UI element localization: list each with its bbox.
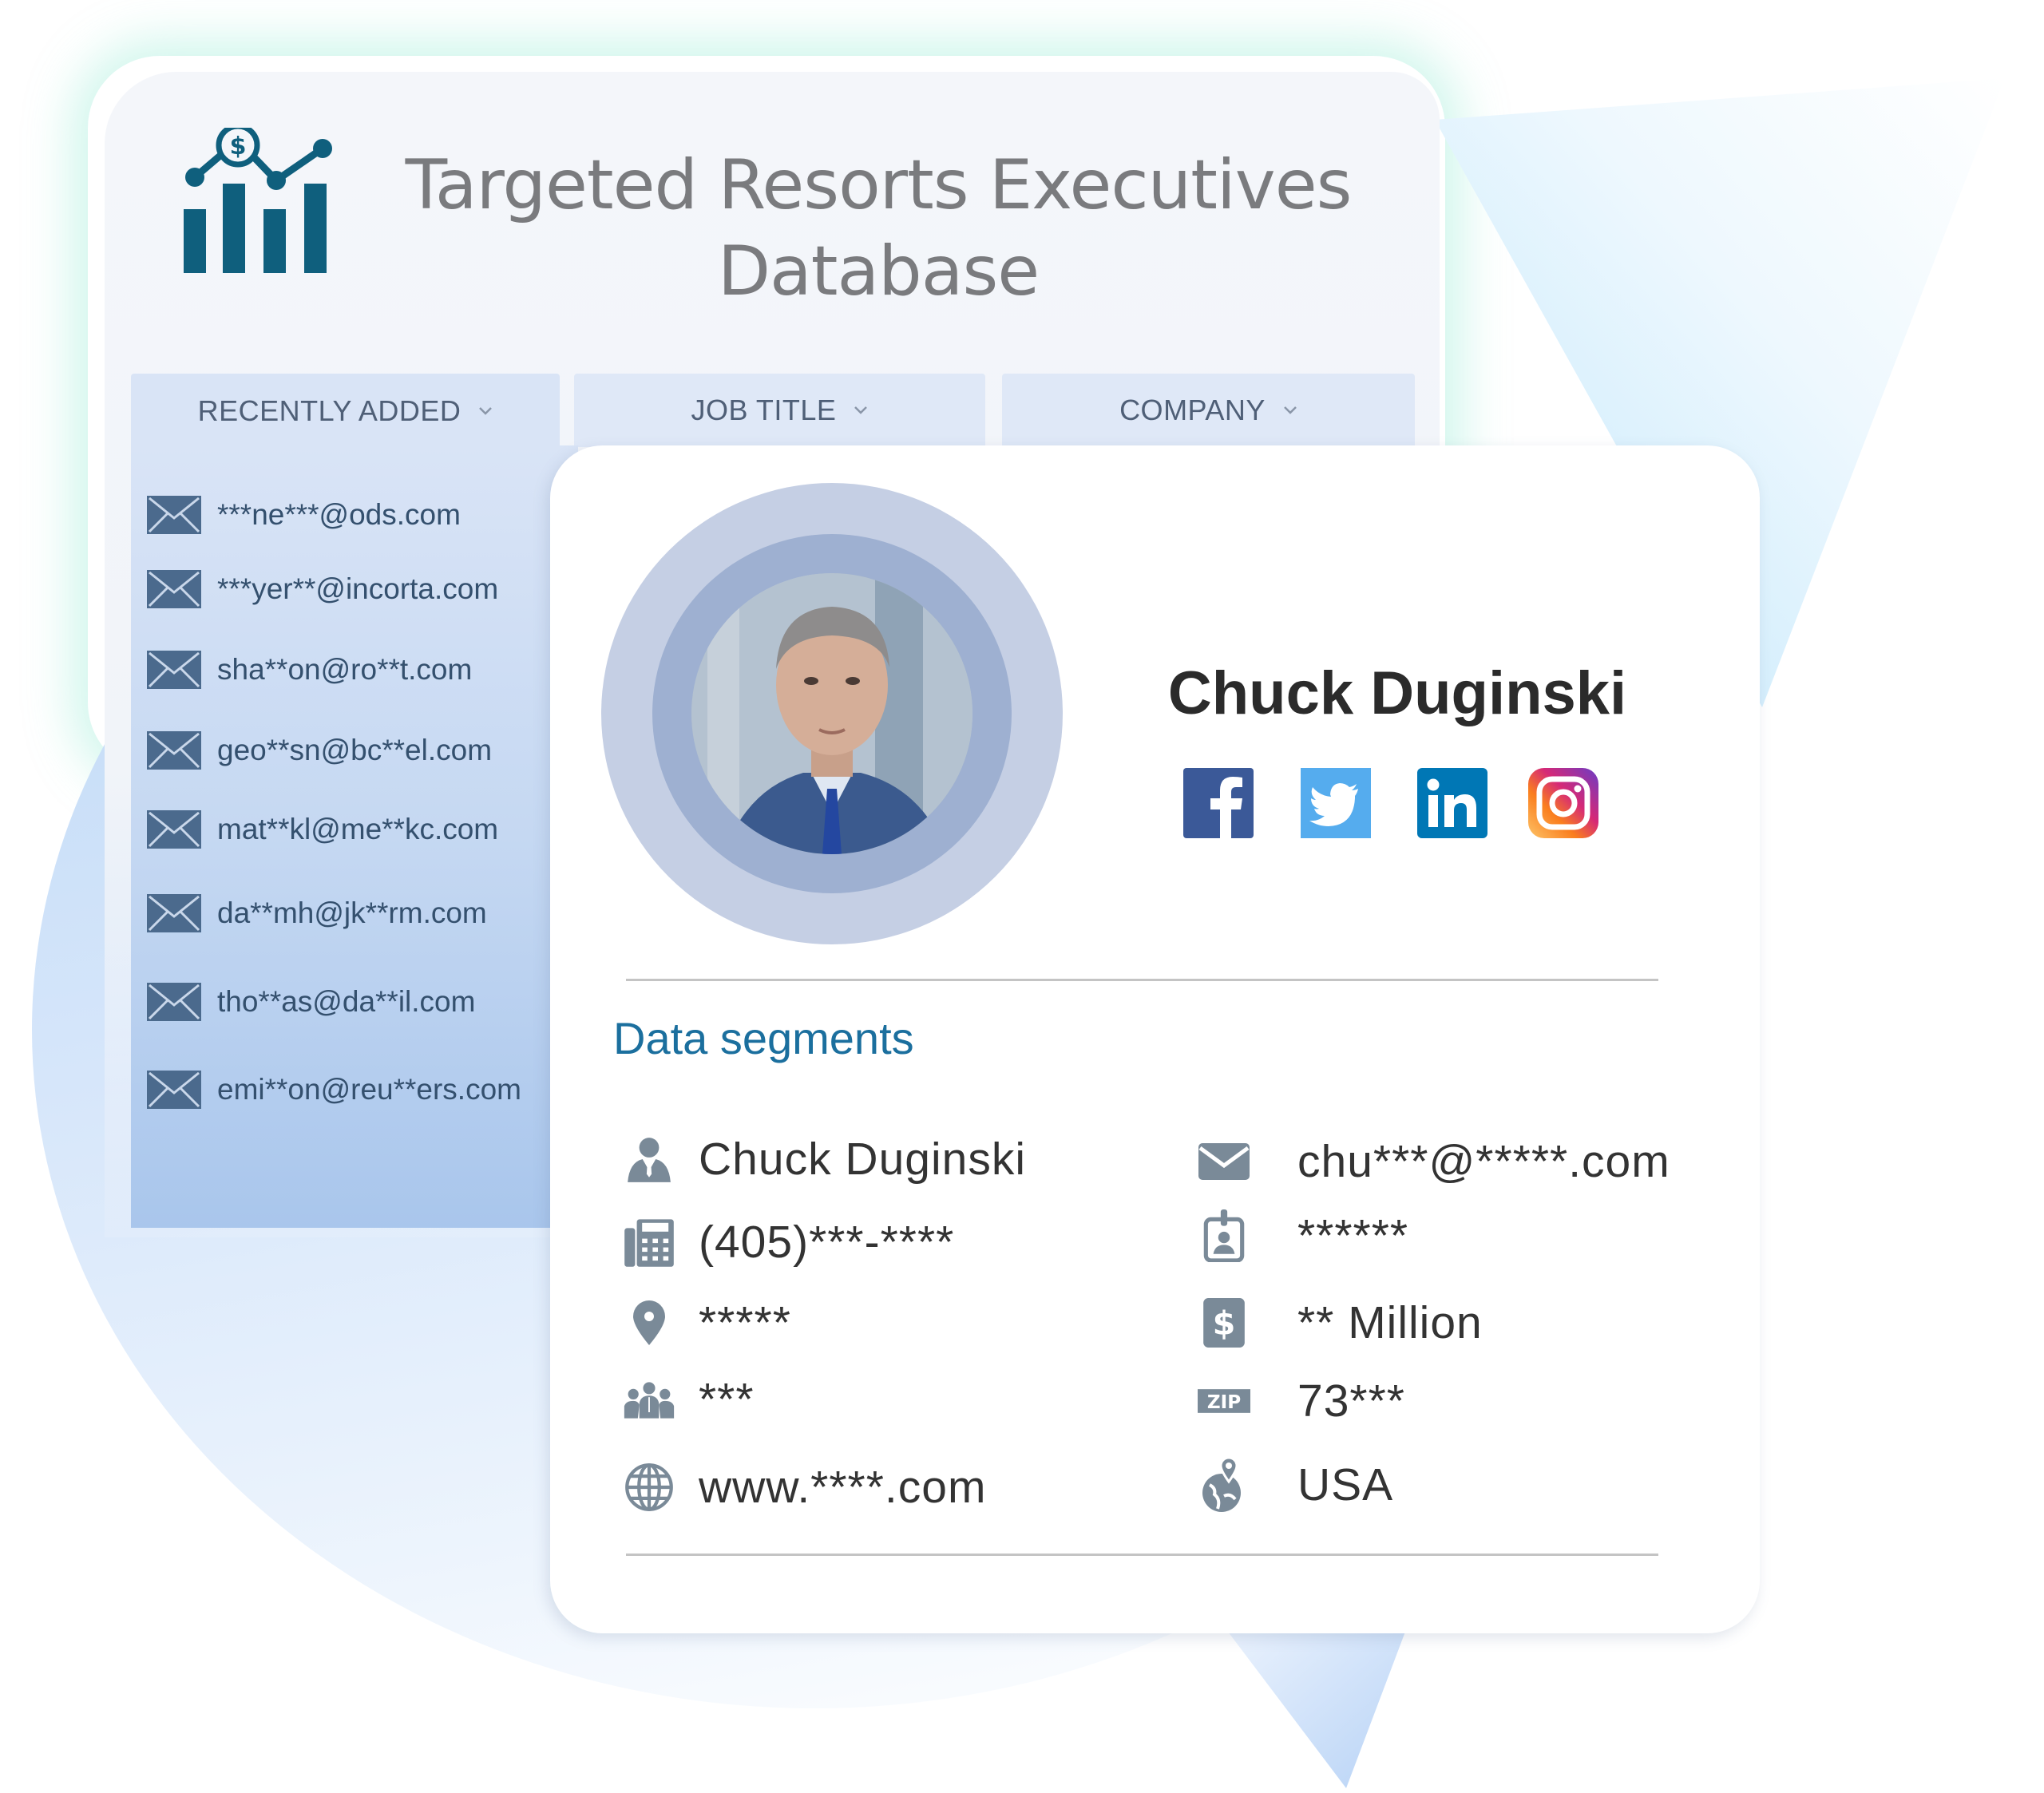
chevron-down-icon <box>479 407 493 415</box>
segment-value: ***** <box>699 1297 791 1348</box>
profile-name: Chuck Duginski <box>1167 659 1627 727</box>
facebook-icon[interactable] <box>1183 768 1254 838</box>
person-icon <box>623 1133 675 1185</box>
tab-label: JOB TITLE <box>691 394 837 426</box>
envelope-icon <box>147 983 201 1021</box>
envelope-icon <box>1198 1135 1250 1188</box>
segment-value: Chuck Duginski <box>699 1134 1026 1185</box>
segment-item: (405)***-**** <box>623 1210 953 1274</box>
divider <box>626 1554 1658 1556</box>
phone-fax-icon <box>623 1216 675 1269</box>
tab-label: RECENTLY ADDED <box>197 394 461 427</box>
envelope-icon <box>147 810 201 849</box>
segment-value: chu***@*****.com <box>1297 1136 1670 1187</box>
page-title-line2: Database <box>717 232 1040 311</box>
segment-item: ***** <box>623 1291 790 1355</box>
segment-value: USA <box>1297 1459 1394 1510</box>
envelope-icon <box>147 1071 201 1109</box>
group-icon <box>623 1373 675 1426</box>
chevron-down-icon <box>854 406 868 414</box>
tab-recently-added[interactable]: RECENTLY ADDED <box>131 374 560 453</box>
email-address: geo**sn@bc**el.com <box>217 734 493 766</box>
envelope-icon <box>147 496 201 534</box>
segment-item: Chuck Duginski <box>623 1127 1025 1191</box>
zip-icon: ZIP <box>1198 1375 1250 1427</box>
email-address: ***yer**@incorta.com <box>217 572 499 605</box>
email-address: ***ne***@ods.com <box>217 498 461 531</box>
envelope-icon <box>147 894 201 932</box>
divider <box>626 979 1658 981</box>
card-pointer-shape <box>1228 1632 1405 1788</box>
email-list-item[interactable]: mat**kl@me**kc.com <box>147 805 498 853</box>
tab-company[interactable]: COMPANY <box>1002 374 1415 447</box>
email-list-item[interactable]: emi**on@reu**ers.com <box>147 1066 521 1114</box>
id-badge-icon <box>1198 1209 1250 1262</box>
segment-value: ****** <box>1297 1210 1409 1261</box>
chart-dollar-icon: $ <box>184 128 332 273</box>
envelope-icon <box>147 651 201 689</box>
segment-value: (405)***-**** <box>699 1217 955 1268</box>
envelope-icon <box>147 570 201 608</box>
email-address: tho**as@da**il.com <box>217 985 476 1018</box>
envelope-icon <box>147 731 201 770</box>
email-list-item[interactable]: tho**as@da**il.com <box>147 978 475 1026</box>
email-list-item[interactable]: geo**sn@bc**el.com <box>147 726 492 774</box>
email-list-item[interactable]: da**mh@jk**rm.com <box>147 889 487 937</box>
segment-item: ZIP 73*** <box>1198 1369 1404 1433</box>
email-address: emi**on@reu**ers.com <box>217 1073 521 1106</box>
svg-text:ZIP: ZIP <box>1207 1392 1241 1413</box>
svg-text:$: $ <box>1213 1304 1236 1342</box>
avatar <box>691 573 972 854</box>
globe-pin-icon <box>1198 1456 1250 1512</box>
globe-icon <box>623 1461 675 1514</box>
linkedin-icon[interactable] <box>1417 768 1487 838</box>
segment-value: *** <box>699 1374 755 1425</box>
page-title-line1: Targeted Resorts Executives <box>405 145 1353 225</box>
chevron-down-icon <box>1284 406 1297 414</box>
email-address: da**mh@jk**rm.com <box>217 896 487 929</box>
tab-label: COMPANY <box>1119 394 1266 426</box>
email-list-item[interactable]: sha**on@ro**t.com <box>147 646 472 694</box>
segment-item: chu***@*****.com <box>1198 1130 1670 1193</box>
segment-item: www.****.com <box>623 1455 985 1519</box>
dollar-icon: $ <box>1198 1296 1250 1349</box>
segment-item: $ ** Million <box>1198 1291 1482 1355</box>
page-title: Targeted Resorts Executives Database <box>367 142 1389 315</box>
segment-item: ****** <box>1198 1204 1408 1268</box>
segment-value: www.****.com <box>699 1462 987 1513</box>
email-list-item[interactable]: ***yer**@incorta.com <box>147 565 498 613</box>
avatar-photo <box>691 573 972 854</box>
instagram-icon[interactable] <box>1528 768 1598 838</box>
segment-value: 73*** <box>1297 1375 1405 1427</box>
location-pin-icon <box>623 1296 675 1349</box>
svg-text:$: $ <box>230 133 247 160</box>
twitter-icon[interactable] <box>1301 768 1371 838</box>
segment-item: *** <box>623 1368 754 1431</box>
email-address: sha**on@ro**t.com <box>217 653 473 686</box>
data-segments-title: Data segments <box>613 1013 914 1063</box>
segment-item: USA <box>1198 1453 1392 1517</box>
email-list-item[interactable]: ***ne***@ods.com <box>147 491 461 539</box>
segment-value: ** Million <box>1297 1297 1483 1348</box>
tab-job-title[interactable]: JOB TITLE <box>574 374 985 447</box>
email-address: mat**kl@me**kc.com <box>217 813 499 845</box>
